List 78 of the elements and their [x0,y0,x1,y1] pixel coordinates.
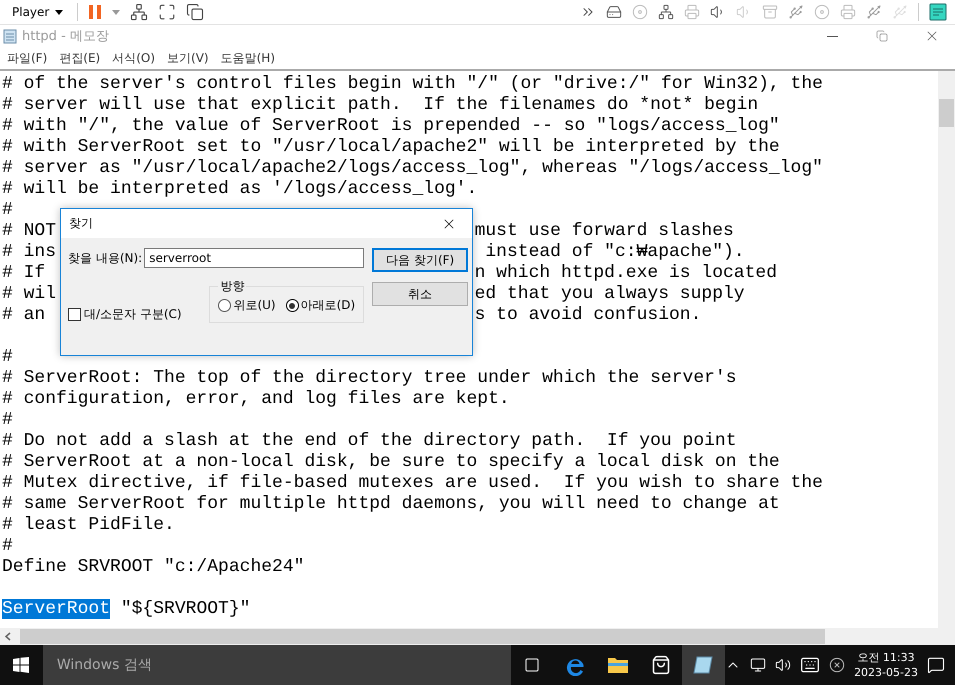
code-line: # an [2,305,46,326]
notepad-icon [2,28,18,44]
notepad-taskbar-button[interactable] [682,645,726,685]
windows-icon[interactable] [186,3,204,21]
code-line: # [2,347,13,367]
field-label: 찾을 내용(N): [68,250,142,266]
horizontal-scrollbar[interactable] [0,628,955,645]
pause-icon[interactable] [88,4,102,20]
code-text: "${SRVROOT}" [120,599,250,619]
scroll-thumb[interactable] [20,629,825,644]
code-line: Define SRVROOT "c:/Apache24" [2,557,304,577]
windows-logo-icon [13,657,30,673]
search-field[interactable]: Windows 검색 [42,645,511,685]
selected-text: ServerRoot [2,599,110,619]
code-line: # ServerRoot at a non-local disk, be sure to specify a local disk on the [2,452,780,472]
clock[interactable]: 오전 11:33 2023-05-23 [854,650,918,680]
code-line: # NOT [2,221,56,242]
notification-icon[interactable] [927,656,945,674]
scroll-thumb[interactable] [939,99,954,127]
code-line: # server as "/usr/local/apache2/logs/access_log", whereas "/logs/access_log" [2,158,823,178]
drive-icon[interactable] [606,4,622,20]
code-line: instead of "c:₩apache"). [484,242,746,263]
code-line: # ServerRoot: The top of the directory tree under which the server's [2,368,737,388]
restore-icon [876,30,888,42]
code-line: # If [2,263,46,284]
vertical-scrollbar[interactable] [938,71,955,628]
code-line: # Do not add a slash at the end of the directory path. If you point [2,431,737,451]
menu-item[interactable]: 서식(O) [107,50,160,66]
checkbox[interactable] [68,308,81,321]
code-line: ed that you always supply [474,284,746,305]
code-line: # with ServerRoot set to "/usr/local/apache2" will be interpreted by the [2,137,780,157]
checkbox-label[interactable]: 대/소문자 구분(C) [84,306,182,323]
player-menu-button[interactable]: Player [8,5,68,19]
folder-icon [606,656,629,674]
usb-icon[interactable] [788,4,804,20]
radio-button[interactable] [286,299,299,312]
menu-item[interactable]: 도움말(H) [216,50,280,66]
code-line: # [2,200,13,220]
code-line: # of the server's control files begin with "/" (or "drive:/" for Win32), the [2,74,823,94]
note-icon[interactable] [929,3,947,21]
code-line: # will be interpreted as '/logs/access_log'. [2,179,478,199]
caret-icon[interactable] [112,10,120,14]
code-line: s to avoid confusion. [474,305,702,326]
group-label: 방향 [219,278,246,295]
menu-item[interactable]: 편집(E) [54,50,106,66]
dialog-title: 찾기 [69,215,93,232]
code-line: # same ServerRoot for multiple httpd daemons, you will need to change at [2,494,780,514]
code-line: n which httpd.exe is located [474,263,778,284]
code-line: # [2,536,13,556]
task-view-icon [524,657,540,673]
search-field[interactable]: serverroot [144,248,364,268]
menu-item[interactable]: 파일(F) [2,50,52,66]
code-line: must use forward slashes [474,221,735,242]
code-line: # least PidFile. [2,515,175,535]
code-line: # ins [2,242,56,263]
window-title: httpd - 메모장 [22,28,109,45]
cancel-button[interactable]: 취소 [372,282,468,306]
code-line: # configuration, error, and log files are kept. [2,389,510,409]
code-line: # server will use that explicit path. If the filenames do *not* begin [2,95,758,115]
caret-icon [55,10,64,14]
error-icon[interactable] [829,657,846,673]
shopping-bag-icon [650,655,671,675]
fullscreen-icon[interactable] [158,3,176,21]
radio-label[interactable]: 위로(U) [233,297,276,314]
radio-label[interactable]: 아래로(D) [300,297,356,314]
menu-item[interactable]: 보기(V) [162,50,214,66]
code-line: # wil [2,284,56,305]
time-text: 오전 11:33 [857,650,915,665]
notepad-icon [692,655,715,675]
volume-icon[interactable] [775,657,792,673]
radio-button[interactable] [218,299,232,312]
code-line: # Mutex directive, if file-based mutexes are used. If you wish to share the [2,473,823,493]
code-line: # with "/", the value of ServerRoot is prepended -- so "logs/access_log" [2,116,780,136]
date-text: 2023-05-23 [854,665,918,680]
keyboard-icon[interactable] [800,655,820,675]
code-line: # [2,410,13,430]
find-next-button[interactable]: 다음 찾기(F) [372,248,468,272]
usb-icon[interactable] [866,4,882,20]
